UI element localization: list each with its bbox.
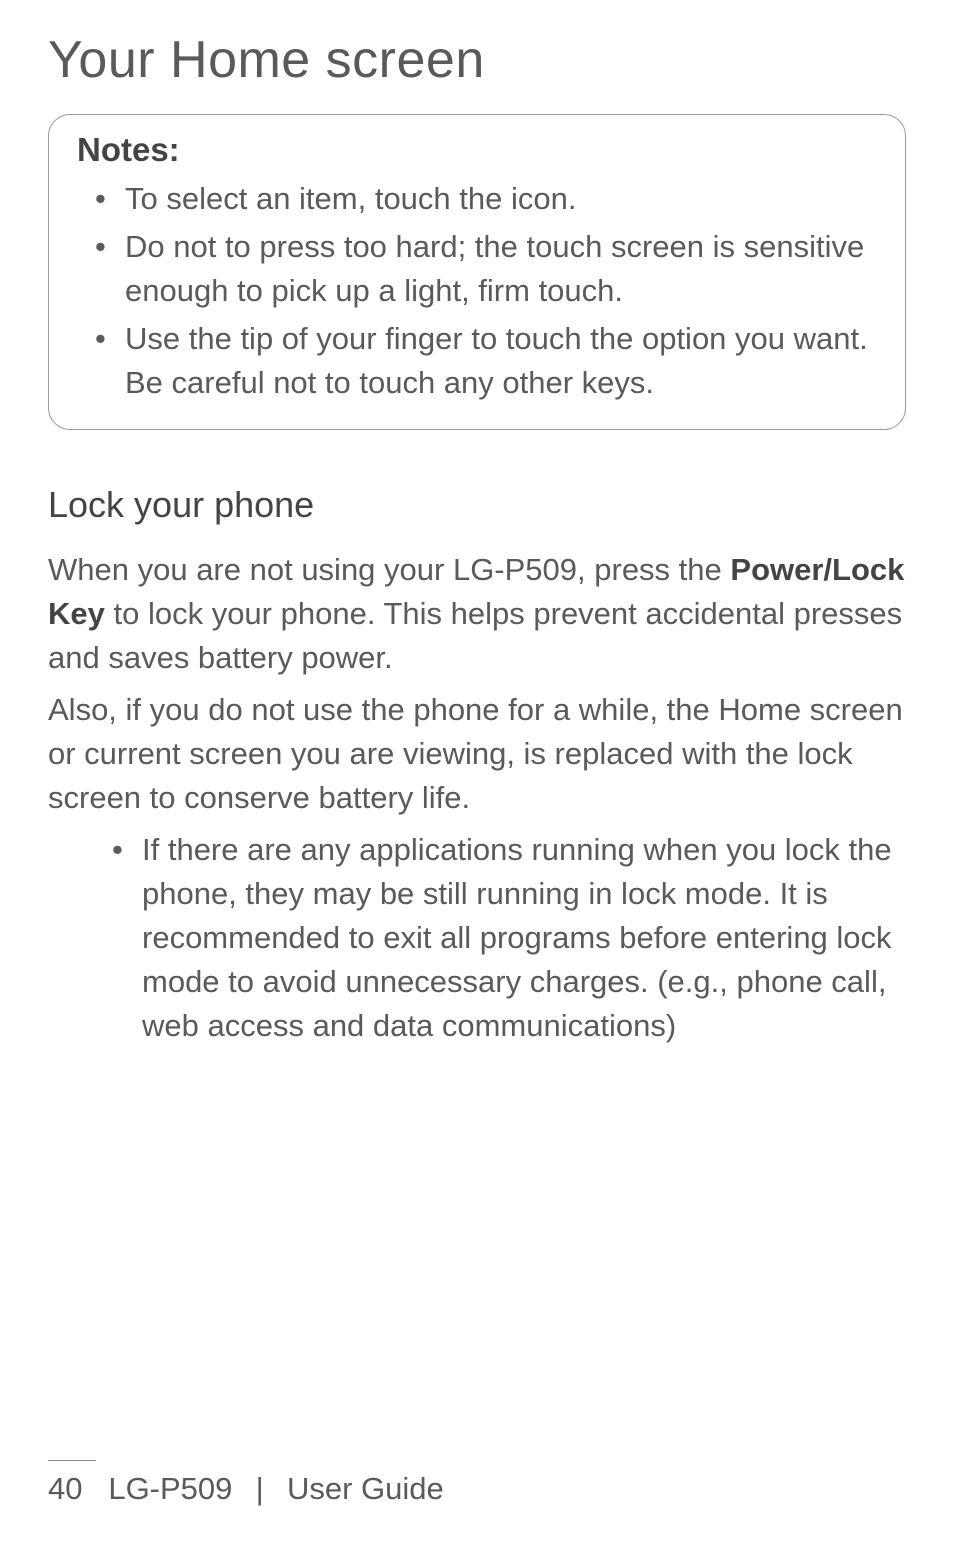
footer-text: 40 LG-P509 | User Guide (48, 1471, 906, 1507)
notes-list: To select an item, touch the icon. Do no… (77, 177, 877, 405)
section-heading: Lock your phone (48, 484, 906, 526)
footer-rule (48, 1460, 96, 1462)
notes-heading: Notes: (77, 131, 877, 169)
page-footer: 40 LG-P509 | User Guide (48, 1460, 906, 1508)
paragraph: When you are not using your LG-P509, pre… (48, 548, 906, 680)
page-title: Your Home screen (48, 30, 906, 90)
text-run: to lock your phone. This helps prevent a… (48, 596, 902, 675)
notes-item: Do not to press too hard; the touch scre… (125, 225, 877, 313)
body-list: If there are any applications running wh… (48, 828, 906, 1048)
doc-label: User Guide (287, 1471, 444, 1506)
paragraph: Also, if you do not use the phone for a … (48, 688, 906, 820)
page-number: 40 (48, 1471, 82, 1506)
notes-item: To select an item, touch the icon. (125, 177, 877, 221)
text-run: When you are not using your LG-P509, pre… (48, 552, 730, 587)
footer-separator: | (256, 1471, 264, 1506)
body-list-item: If there are any applications running wh… (142, 828, 906, 1048)
notes-box: Notes: To select an item, touch the icon… (48, 114, 906, 430)
notes-item: Use the tip of your finger to touch the … (125, 317, 877, 405)
product-name: LG-P509 (108, 1471, 232, 1506)
